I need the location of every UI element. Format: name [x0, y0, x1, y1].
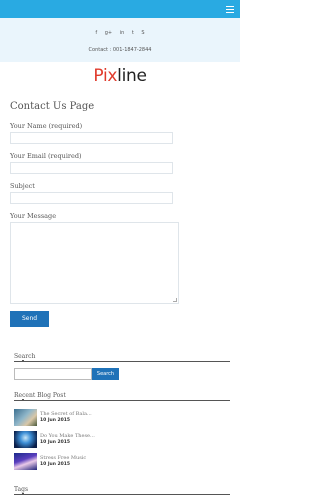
contact-phone: Contact : 001-1847-2844 [88, 47, 152, 53]
email-field[interactable] [10, 162, 173, 174]
name-field[interactable] [10, 132, 173, 144]
list-item[interactable]: Stress Free Music 10 Jun 2015 [14, 453, 214, 471]
social-links: f g+ in t S [0, 30, 240, 36]
message-field[interactable] [10, 222, 179, 304]
post-title[interactable]: The Secret of Bala... [40, 411, 92, 417]
subject-label: Subject [10, 182, 35, 190]
menu-icon[interactable] [226, 4, 236, 14]
facebook-icon[interactable]: f [95, 30, 97, 36]
logo-part-pix: Pix [93, 66, 118, 86]
linkedin-icon[interactable]: in [120, 30, 125, 36]
post-thumbnail[interactable] [14, 431, 37, 448]
name-label: Your Name (required) [10, 122, 83, 130]
list-item[interactable]: Do You Make These... 10 Jun 2015 [14, 431, 214, 449]
divider [14, 494, 230, 495]
subject-field[interactable] [10, 192, 173, 204]
divider-accent [22, 399, 24, 401]
send-button[interactable]: Send [10, 311, 49, 327]
post-thumbnail[interactable] [14, 453, 37, 470]
logo-part-line: line [117, 66, 147, 86]
page-title: Contact Us Page [10, 101, 95, 112]
post-title[interactable]: Stress Free Music [40, 455, 86, 461]
recent-posts-title: Recent Blog Post [14, 392, 66, 399]
post-date: 10 Jun 2015 [40, 418, 71, 423]
list-item[interactable]: The Secret of Bala... 10 Jun 2015 [14, 409, 214, 427]
search-input[interactable] [14, 368, 92, 380]
top-bar [0, 0, 240, 18]
divider [14, 400, 230, 401]
skype-icon[interactable]: S [141, 30, 144, 36]
post-title[interactable]: Do You Make These... [40, 433, 95, 439]
post-date: 10 Jun 2015 [40, 440, 71, 445]
post-thumbnail[interactable] [14, 409, 37, 426]
divider [14, 361, 230, 362]
tags-title: Tags [14, 486, 29, 493]
email-label: Your Email (required) [10, 152, 82, 160]
site-logo[interactable]: Pixline [0, 66, 240, 86]
message-label: Your Message [10, 212, 57, 220]
site-header: f g+ in t S Contact : 001-1847-2844 [0, 18, 240, 62]
google-plus-icon[interactable]: g+ [105, 30, 112, 36]
search-button[interactable]: Search [92, 368, 119, 380]
search-widget-title: Search [14, 353, 36, 360]
divider-accent [22, 360, 24, 362]
divider-accent [22, 493, 24, 495]
twitter-icon[interactable]: t [132, 30, 134, 36]
resize-handle-icon[interactable] [173, 298, 177, 302]
post-date: 10 Jun 2015 [40, 462, 71, 467]
